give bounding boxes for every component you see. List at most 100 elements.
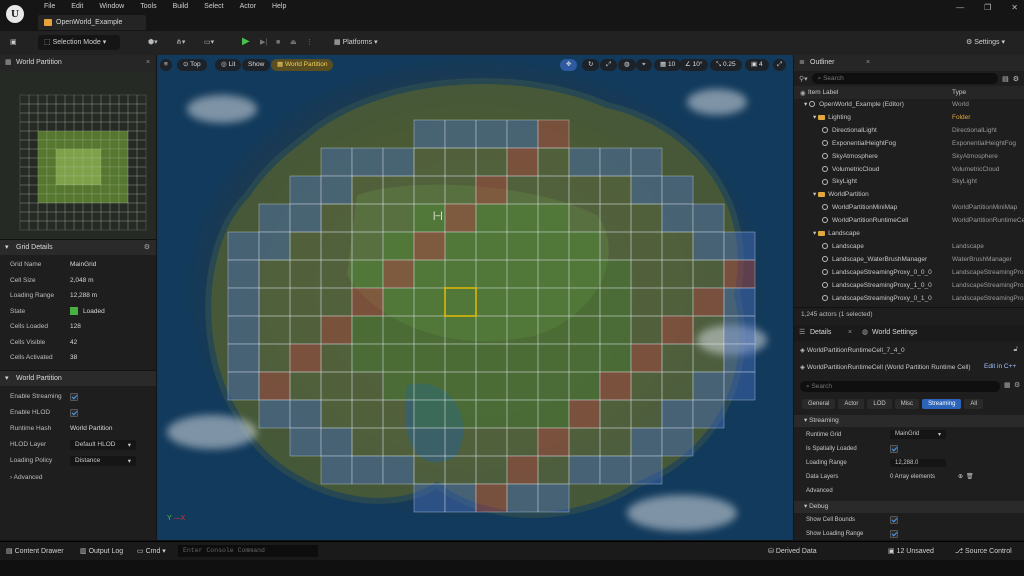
streaming-cell[interactable] [599, 287, 632, 317]
maximize-icon[interactable]: ❐ [984, 3, 991, 12]
minimap-cell[interactable] [46, 175, 57, 186]
surface-snap-icon[interactable]: ⌖ [636, 59, 652, 71]
streaming-cell[interactable] [258, 399, 291, 429]
streaming-cell[interactable] [320, 427, 353, 457]
streaming-cell[interactable] [475, 427, 508, 457]
streaming-cell[interactable] [227, 343, 260, 373]
world-partition-view-button[interactable]: ▦ World Partition [271, 59, 334, 71]
minimap-cell[interactable] [82, 220, 93, 231]
show-button[interactable]: Show [242, 59, 271, 71]
show-cell-bounds-checkbox[interactable] [890, 516, 898, 524]
streaming-cell[interactable] [506, 399, 539, 429]
minimap-cell[interactable] [19, 193, 30, 204]
minimap-cell[interactable] [46, 220, 57, 231]
minimap-cell[interactable] [82, 121, 93, 132]
minimap-cell[interactable] [82, 139, 93, 150]
minimap-cell[interactable] [118, 148, 129, 159]
streaming-cell[interactable] [382, 231, 415, 261]
minimap-cell[interactable] [127, 130, 138, 141]
streaming-cell[interactable] [227, 287, 260, 317]
details-tab[interactable]: Details [810, 329, 831, 336]
minimap-cell[interactable] [37, 148, 48, 159]
minimap-cell[interactable] [64, 220, 75, 231]
minimap-cell[interactable] [64, 94, 75, 105]
minimap-cell[interactable] [118, 211, 129, 222]
play-icon[interactable]: ▶ [242, 34, 250, 49]
minimap-cell[interactable] [73, 103, 84, 114]
streaming-cell[interactable] [413, 483, 446, 513]
streaming-cell[interactable] [413, 147, 446, 177]
world-partition-tab[interactable]: ▦ World Partition × [0, 55, 156, 71]
minimap-cell[interactable] [118, 220, 129, 231]
streaming-cell[interactable] [320, 231, 353, 261]
type-column[interactable]: Type [952, 89, 966, 96]
minimap-cell[interactable] [82, 175, 93, 186]
minimap-cell[interactable] [64, 103, 75, 114]
streaming-cell[interactable] [227, 231, 260, 261]
minimap-cell[interactable] [64, 130, 75, 141]
streaming-cell[interactable] [351, 371, 384, 401]
minimap-cell[interactable] [73, 130, 84, 141]
streaming-cell[interactable] [599, 175, 632, 205]
streaming-cell[interactable] [537, 455, 570, 485]
minimap-cell[interactable] [82, 193, 93, 204]
streaming-cell[interactable] [444, 399, 477, 429]
streaming-cell[interactable] [537, 287, 570, 317]
streaming-cell[interactable] [289, 231, 322, 261]
minimap-cell[interactable] [46, 130, 57, 141]
streaming-cell[interactable] [258, 315, 291, 345]
streaming-cell[interactable] [444, 175, 477, 205]
streaming-cell[interactable] [320, 203, 353, 233]
add-element-icon[interactable]: ⊕ [958, 473, 963, 480]
streaming-cell[interactable] [537, 371, 570, 401]
scale-snap-button[interactable]: ⤡ 0.25 [710, 59, 742, 71]
minimap-cell[interactable] [100, 139, 111, 150]
streaming-cell[interactable] [723, 259, 756, 289]
debug-section-header[interactable]: ▾ Debug [794, 501, 1024, 513]
streaming-cell[interactable] [475, 203, 508, 233]
streaming-cell[interactable] [475, 175, 508, 205]
streaming-cell[interactable] [506, 483, 539, 513]
streaming-cell[interactable] [630, 399, 663, 429]
world-settings-tab[interactable]: World Settings [872, 325, 917, 341]
minimap-cell[interactable] [46, 202, 57, 213]
minimap-cell[interactable] [37, 157, 48, 168]
streaming-cell[interactable] [630, 147, 663, 177]
streaming-cell[interactable] [413, 119, 446, 149]
menu-build[interactable]: Build [165, 2, 197, 11]
spatially-loaded-checkbox[interactable] [890, 445, 898, 453]
minimap-cell[interactable] [127, 211, 138, 222]
outliner-row[interactable]: LandscapeStreamingProxy_1_0_0 LandscapeSt… [794, 280, 1024, 292]
cinematics-icon[interactable]: ▭▾ [204, 35, 214, 50]
streaming-cell[interactable] [599, 427, 632, 457]
minimap-cell[interactable] [28, 211, 39, 222]
enable-streaming-checkbox[interactable] [70, 392, 78, 401]
streaming-cell[interactable] [506, 231, 539, 261]
minimap-cell[interactable] [19, 139, 30, 150]
minimap-cell[interactable] [136, 211, 147, 222]
streaming-cell[interactable] [351, 287, 384, 317]
minimap-cell[interactable] [37, 112, 48, 123]
minimap-cell[interactable] [73, 157, 84, 168]
platforms-button[interactable]: ▦ Platforms ▾ [334, 35, 378, 50]
streaming-cell[interactable] [475, 371, 508, 401]
streaming-cell[interactable] [599, 147, 632, 177]
streaming-cell[interactable] [537, 147, 570, 177]
cmd-dropdown[interactable]: ▭ Cmd ▾ [137, 544, 166, 559]
outliner-row[interactable]: ▾ OpenWorld_Example (Editor) World [794, 99, 1024, 111]
streaming-cell[interactable] [506, 315, 539, 345]
selection-mode-dropdown[interactable]: ⬚ Selection Mode ▾ [38, 35, 120, 50]
streaming-cell[interactable] [320, 175, 353, 205]
minimap-cell[interactable] [91, 139, 102, 150]
streaming-cell[interactable] [568, 259, 601, 289]
minimap-cell[interactable] [55, 112, 66, 123]
minimap-cell[interactable] [109, 211, 120, 222]
streaming-cell[interactable] [413, 175, 446, 205]
add-actor-icon[interactable]: ⬢▾ [148, 35, 158, 50]
minimap-cell[interactable] [19, 166, 30, 177]
minimap-cell[interactable] [64, 193, 75, 204]
minimap-cell[interactable] [91, 193, 102, 204]
streaming-cell[interactable] [599, 399, 632, 429]
advanced-row[interactable]: › Advanced [0, 469, 156, 487]
minimap-cell[interactable] [136, 130, 147, 141]
